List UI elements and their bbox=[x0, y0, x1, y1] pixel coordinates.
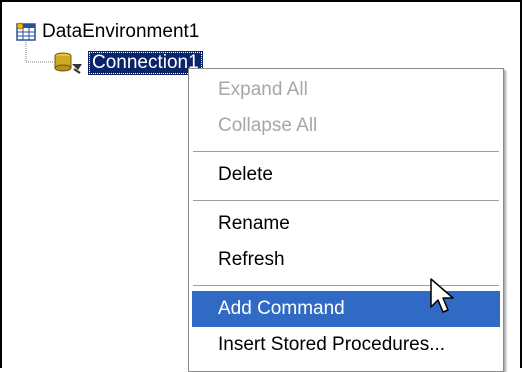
menu-item-delete[interactable]: Delete bbox=[192, 157, 500, 193]
mouse-pointer-icon bbox=[430, 278, 454, 313]
menu-item-insert-stored-procedures[interactable]: Insert Stored Procedures... bbox=[192, 327, 500, 363]
data-environment-icon bbox=[16, 22, 36, 42]
tree-node-label: Connection1 bbox=[88, 51, 203, 75]
menu-separator bbox=[193, 151, 499, 152]
context-menu: Expand All Collapse All Delete Rename Re… bbox=[188, 68, 504, 372]
menu-item-refresh[interactable]: Refresh bbox=[192, 242, 500, 278]
tree-connector-lines bbox=[25, 42, 53, 63]
tree-node-label: DataEnvironment1 bbox=[42, 21, 200, 42]
database-connection-icon bbox=[52, 50, 86, 76]
menu-item-rename[interactable]: Rename bbox=[192, 206, 500, 242]
tree-node-connection1[interactable]: Connection1 bbox=[52, 50, 203, 76]
menu-item-collapse-all[interactable]: Collapse All bbox=[192, 108, 500, 144]
menu-item-expand-all[interactable]: Expand All bbox=[192, 72, 500, 108]
tree-node-dataenvironment1[interactable]: DataEnvironment1 bbox=[16, 20, 199, 44]
menu-separator bbox=[193, 200, 499, 201]
data-environment-window: DataEnvironment1 Connection1 Expand All … bbox=[0, 0, 522, 372]
